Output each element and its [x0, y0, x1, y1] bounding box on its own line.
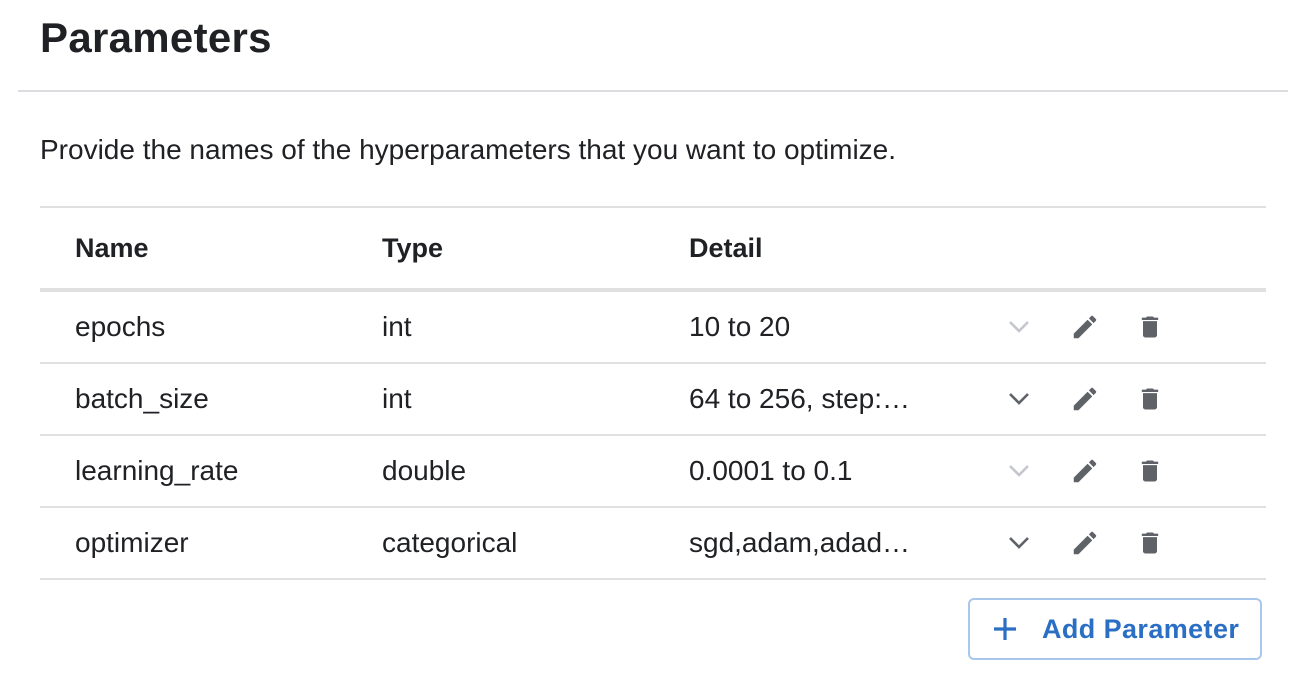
- table-row: optimizer categorical sgd,adam,adad…: [40, 508, 1266, 580]
- column-header-type: Type: [382, 232, 444, 263]
- parameter-type: int: [382, 383, 412, 414]
- trash-icon[interactable]: [1130, 451, 1170, 491]
- parameter-detail: sgd,adam,adad…: [689, 527, 911, 558]
- parameter-detail: 0.0001 to 0.1: [689, 455, 853, 486]
- page-title: Parameters: [40, 14, 272, 61]
- parameter-detail: 64 to 256, step:…: [689, 383, 911, 414]
- table-row: batch_size int 64 to 256, step:…: [40, 364, 1266, 436]
- trash-icon[interactable]: [1130, 523, 1170, 563]
- chevron-down-icon: [999, 307, 1039, 347]
- pencil-icon[interactable]: [1065, 523, 1105, 563]
- column-header-name: Name: [75, 232, 149, 263]
- pencil-icon[interactable]: [1065, 379, 1105, 419]
- parameter-type: categorical: [382, 527, 518, 558]
- parameter-name: epochs: [75, 311, 166, 342]
- description-text: Provide the names of the hyperparameters…: [40, 134, 897, 165]
- plus-icon: [990, 614, 1020, 644]
- parameter-type: int: [382, 311, 412, 342]
- parameter-type: double: [382, 455, 467, 486]
- table-row: epochs int 10 to 20: [40, 292, 1266, 364]
- pencil-icon[interactable]: [1065, 307, 1105, 347]
- title-divider: [18, 90, 1288, 92]
- column-header-detail: Detail: [689, 232, 763, 263]
- chevron-down-icon[interactable]: [999, 523, 1039, 563]
- parameter-name: batch_size: [75, 383, 209, 414]
- table-header-row: Name Type Detail: [40, 208, 1266, 292]
- parameter-name: learning_rate: [75, 455, 239, 486]
- chevron-down-icon[interactable]: [999, 379, 1039, 419]
- table-row: learning_rate double 0.0001 to 0.1: [40, 436, 1266, 508]
- parameter-detail: 10 to 20: [689, 311, 791, 342]
- parameter-name: optimizer: [75, 527, 189, 558]
- pencil-icon[interactable]: [1065, 451, 1105, 491]
- add-parameter-button[interactable]: Add Parameter: [968, 598, 1262, 660]
- chevron-down-icon: [999, 451, 1039, 491]
- trash-icon[interactable]: [1130, 307, 1170, 347]
- trash-icon[interactable]: [1130, 379, 1170, 419]
- add-parameter-label: Add Parameter: [1042, 613, 1240, 644]
- parameters-table: Name Type Detail epochs int 10 to 20 bat…: [40, 206, 1266, 580]
